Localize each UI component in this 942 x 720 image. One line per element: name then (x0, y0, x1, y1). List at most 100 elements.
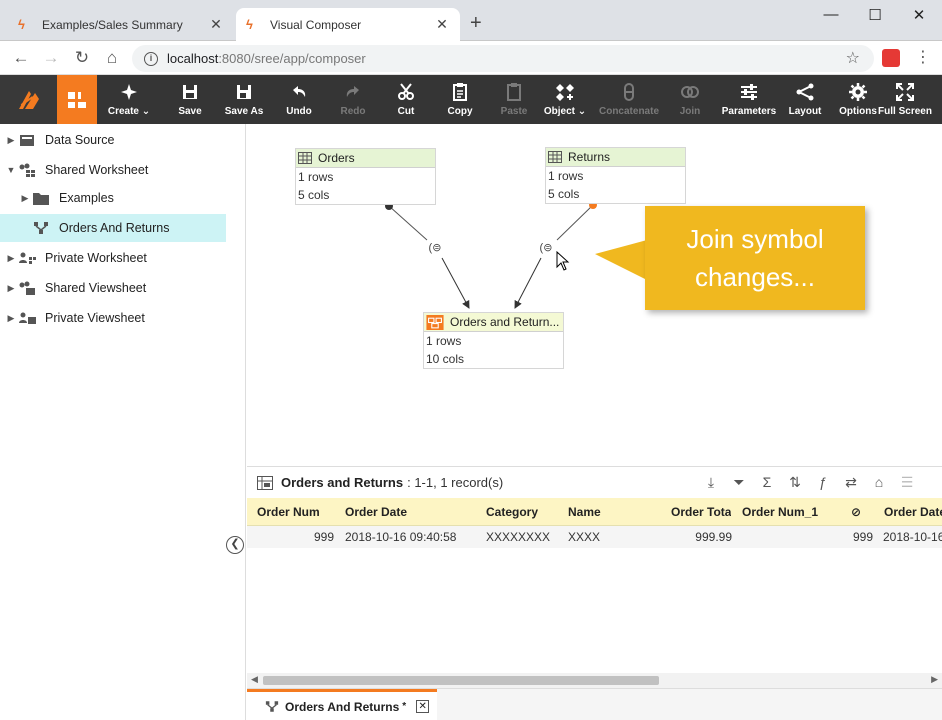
table-cell[interactable]: XXXXXXXX (486, 526, 556, 548)
join-symbol-icon[interactable]: (⊜ (426, 241, 444, 255)
expand-caret-icon[interactable]: ▶ (4, 135, 18, 146)
list-icon[interactable]: ☰ (898, 473, 916, 491)
hidden-column-icon[interactable]: ⊘ (851, 498, 873, 526)
full-screen-button[interactable]: Full Screen (878, 75, 932, 124)
table-node-header[interactable]: Orders and Return... (424, 313, 563, 332)
close-tab-icon[interactable]: ✕ (208, 16, 224, 33)
concatenate-button[interactable]: Concatenate (598, 75, 660, 124)
options-button[interactable]: Options (838, 75, 878, 124)
forward-icon[interactable]: → (40, 47, 62, 69)
tree-item-private-worksheet[interactable]: ▶ Private Worksheet (0, 244, 226, 272)
close-tab-icon[interactable]: ✕ (416, 700, 430, 713)
column-header[interactable]: Order Num_1 (742, 498, 842, 526)
parameters-button[interactable]: Parameters (722, 75, 776, 124)
collapse-caret-icon[interactable]: ▼ (4, 165, 18, 175)
collapse-panel-icon[interactable]: ❮ (226, 536, 244, 554)
worksheet-icon[interactable] (57, 75, 97, 124)
browser-tab-sales-summary[interactable]: ϟ Examples/Sales Summary ✕ (8, 8, 234, 41)
url-field[interactable]: i localhost:8080/sree/app/composer ☆ (132, 45, 874, 72)
table-row[interactable]: 999 2018-10-16 09:40:58 XXXXXXXX XXXX 99… (247, 526, 942, 548)
close-tab-icon[interactable]: ✕ (434, 16, 450, 33)
formula-icon[interactable]: ƒ (814, 473, 832, 491)
redo-button[interactable]: Redo (334, 75, 372, 124)
table-node-joined[interactable]: Orders and Return... 1 rows 10 cols (423, 312, 564, 369)
redo-icon (346, 86, 359, 97)
download-icon[interactable]: ⤓ (702, 473, 720, 491)
table-cell[interactable]: 2018-10-16 09:40:58 (345, 526, 475, 548)
tag-icon[interactable]: ⌂ (870, 473, 888, 491)
tree-item-orders-and-returns[interactable]: Orders And Returns (0, 214, 226, 242)
table-cell[interactable] (742, 526, 842, 548)
reload-icon[interactable]: ↻ (71, 47, 93, 69)
join-symbol-icon[interactable]: (⊜ (537, 241, 555, 255)
undo-button[interactable]: Undo (280, 75, 318, 124)
paste-button[interactable]: Paste (496, 75, 532, 124)
scroll-right-icon[interactable]: ▶ (931, 674, 938, 685)
table-node-returns[interactable]: Returns 1 rows 5 cols (545, 147, 686, 204)
maximize-window-icon[interactable]: ☐ (860, 6, 890, 24)
new-tab-button[interactable]: + (470, 12, 482, 35)
table-cell[interactable]: 999.99 (671, 526, 732, 548)
table-node-orders[interactable]: Orders 1 rows 5 cols (295, 148, 436, 205)
expand-caret-icon[interactable]: ▶ (4, 253, 18, 264)
tree-item-private-viewsheet[interactable]: ▶ Private Viewsheet (0, 304, 226, 332)
minimize-window-icon[interactable]: — (816, 6, 846, 23)
app-logo-icon[interactable] (0, 75, 57, 124)
back-icon[interactable]: ← (10, 47, 32, 69)
table-cell[interactable]: 999 (842, 526, 873, 548)
save-as-button[interactable]: Save As (222, 75, 266, 124)
column-header[interactable]: Category (486, 498, 556, 526)
column-header[interactable]: Order Date (884, 498, 942, 526)
table-node-title: Orders and Return... (450, 315, 560, 329)
join-button[interactable]: Join (672, 75, 708, 124)
tree-item-label: Private Worksheet (45, 251, 147, 265)
table-cell[interactable]: 2018-10-16 (883, 526, 942, 548)
browser-menu-icon[interactable]: ⋮ (915, 47, 931, 67)
bookmark-star-icon[interactable]: ☆ (846, 48, 860, 68)
copy-button[interactable]: Copy (442, 75, 478, 124)
cut-button[interactable]: Cut (388, 75, 424, 124)
sort-icon[interactable]: ⇅ (786, 473, 804, 491)
sum-icon[interactable]: Σ (758, 473, 776, 491)
gear-icon (849, 83, 867, 101)
options-label: Options (839, 106, 877, 117)
table-cell[interactable]: XXXX (568, 526, 638, 548)
scroll-left-icon[interactable]: ◀ (251, 674, 258, 685)
tree-item-shared-viewsheet[interactable]: ▶ Shared Viewsheet (0, 274, 226, 302)
table-node-header[interactable]: Returns (546, 148, 685, 167)
object-icon (556, 84, 574, 101)
table-node-header[interactable]: Orders (296, 149, 435, 168)
save-button[interactable]: Save (170, 75, 210, 124)
tree-item-data-source[interactable]: ▶ Data Source (0, 126, 226, 154)
table-grid-icon (548, 151, 562, 163)
scrollbar-thumb[interactable] (263, 676, 659, 685)
object-button[interactable]: Object ⌄ (542, 75, 588, 124)
home-icon[interactable]: ⌂ (101, 47, 123, 69)
table-cell[interactable]: 999 (257, 526, 334, 548)
browser-tab-visual-composer[interactable]: ϟ Visual Composer ✕ (236, 8, 460, 41)
expand-caret-icon[interactable]: ▶ (18, 193, 32, 204)
horizontal-scrollbar[interactable]: ◀ ▶ (247, 673, 942, 688)
save-icon (183, 85, 197, 99)
layout-button[interactable]: Layout (784, 75, 826, 124)
worksheet-tab-orders-and-returns[interactable]: Orders And Returns * ✕ (247, 689, 437, 720)
column-header[interactable]: Order Date (345, 498, 475, 526)
grid-record-count: : 1-1, 1 record(s) (407, 475, 504, 490)
extension-icon[interactable] (882, 49, 900, 67)
table-grid-icon (298, 152, 312, 164)
worksheet-tab-label: Orders And Returns (285, 699, 400, 714)
tree-item-shared-worksheet[interactable]: ▼ Shared Worksheet (0, 156, 226, 184)
column-header[interactable]: Order Num (257, 498, 337, 526)
tree-item-examples[interactable]: ▶ Examples (0, 184, 226, 212)
site-info-icon[interactable]: i (144, 51, 158, 66)
expand-caret-icon[interactable]: ▶ (4, 283, 18, 294)
paste-label: Paste (500, 106, 528, 117)
create-button[interactable]: Create ⌄ (104, 75, 154, 124)
close-window-icon[interactable]: ✕ (904, 6, 934, 24)
filter-icon[interactable]: ⏷ (730, 473, 748, 491)
column-header[interactable]: Name (568, 498, 638, 526)
joined-table-icon (426, 314, 444, 330)
swap-icon[interactable]: ⇄ (842, 473, 860, 491)
expand-caret-icon[interactable]: ▶ (4, 313, 18, 324)
column-header[interactable]: Order Tota (671, 498, 731, 526)
